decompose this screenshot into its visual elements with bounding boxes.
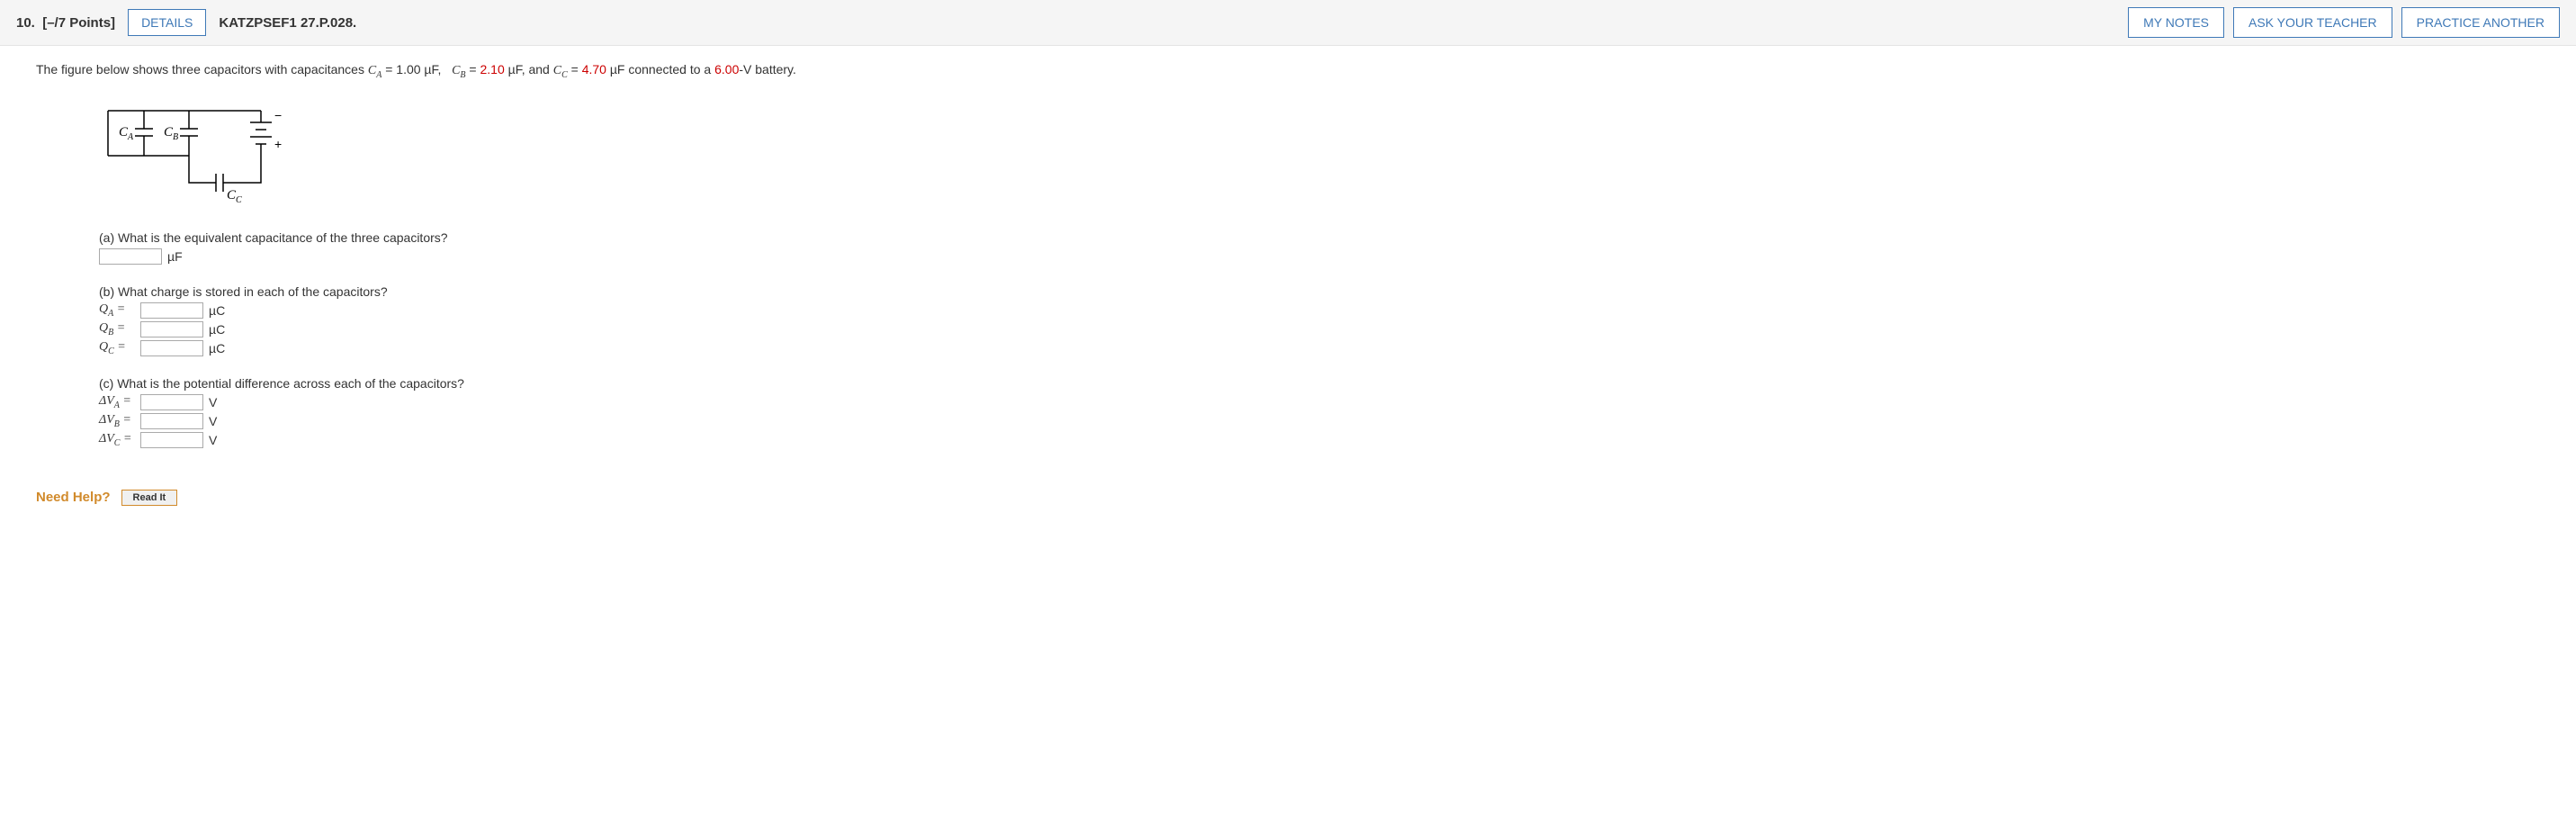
- input-va[interactable]: [140, 394, 203, 410]
- part-a-unit: µF: [167, 249, 183, 264]
- part-b-question: (b) What charge is stored in each of the…: [99, 284, 2540, 299]
- var-cc: CC: [553, 64, 568, 77]
- part-c-question: (c) What is the potential difference acr…: [99, 376, 2540, 391]
- part-a-question: (a) What is the equivalent capacitance o…: [99, 230, 2540, 245]
- input-vb[interactable]: [140, 413, 203, 429]
- input-qc[interactable]: [140, 340, 203, 356]
- my-notes-button[interactable]: MY NOTES: [2128, 7, 2224, 38]
- need-help-section: Need Help? Read It: [36, 490, 2576, 506]
- part-a: (a) What is the equivalent capacitance o…: [99, 230, 2540, 265]
- battery-minus: −: [274, 108, 282, 122]
- label-vb: ΔVB =: [99, 413, 137, 429]
- var-ca: CA: [368, 64, 381, 77]
- unit-qb: µC: [209, 322, 225, 337]
- practice-another-button[interactable]: PRACTICE ANOTHER: [2401, 7, 2560, 38]
- read-it-button[interactable]: Read It: [121, 490, 178, 506]
- unit-qa: µC: [209, 303, 225, 318]
- part-a-input[interactable]: [99, 248, 162, 265]
- need-help-label: Need Help?: [36, 490, 111, 505]
- var-cb: CB: [452, 64, 465, 77]
- part-c: (c) What is the potential difference acr…: [99, 376, 2540, 448]
- input-qb[interactable]: [140, 321, 203, 338]
- ask-teacher-button[interactable]: ASK YOUR TEACHER: [2233, 7, 2392, 38]
- question-prompt: The figure below shows three capacitors …: [36, 62, 2540, 80]
- unit-vc: V: [209, 433, 217, 447]
- svg-text:B: B: [173, 132, 178, 142]
- details-button[interactable]: DETAILS: [128, 9, 206, 36]
- action-buttons: MY NOTES ASK YOUR TEACHER PRACTICE ANOTH…: [2128, 7, 2560, 38]
- battery-plus: +: [274, 137, 282, 151]
- question-body: The figure below shows three capacitors …: [0, 46, 2576, 477]
- input-qa[interactable]: [140, 302, 203, 319]
- label-va: ΔVA =: [99, 394, 137, 410]
- svg-text:A: A: [127, 132, 134, 142]
- part-b: (b) What charge is stored in each of the…: [99, 284, 2540, 356]
- svg-text:C: C: [236, 195, 242, 205]
- question-header: 10. [–/7 Points] DETAILS KATZPSEF1 27.P.…: [0, 0, 2576, 46]
- question-number: 10. [–/7 Points]: [16, 15, 115, 31]
- question-source: KATZPSEF1 27.P.028.: [219, 15, 356, 31]
- label-qb: QB =: [99, 321, 137, 338]
- unit-qc: µC: [209, 341, 225, 356]
- label-qc: QC =: [99, 340, 137, 356]
- input-vc[interactable]: [140, 432, 203, 448]
- label-qa: QA =: [99, 302, 137, 319]
- label-vc: ΔVC =: [99, 432, 137, 448]
- circuit-figure: C A C B C C − +: [90, 93, 2540, 212]
- unit-vb: V: [209, 414, 217, 428]
- unit-va: V: [209, 395, 217, 410]
